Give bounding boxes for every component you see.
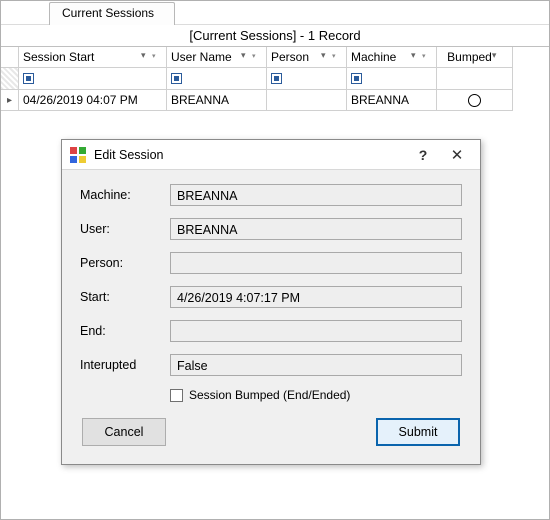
field-start[interactable]: 4/26/2019 4:07:17 PM bbox=[170, 286, 462, 308]
filter-toggle-icon bbox=[271, 73, 282, 84]
cell-session-start: 04/26/2019 04:07 PM bbox=[19, 90, 167, 111]
row-start: Start: 4/26/2019 4:07:17 PM bbox=[80, 286, 462, 308]
grid-corner bbox=[1, 47, 19, 68]
dropdown-icon bbox=[241, 52, 251, 62]
checkbox-label: Session Bumped (End/Ended) bbox=[189, 388, 350, 402]
field-end[interactable] bbox=[170, 320, 462, 342]
label-user: User: bbox=[80, 222, 170, 236]
sessions-grid: Session Start User Name Person Machine B… bbox=[1, 46, 549, 111]
filter-cell-bumped[interactable] bbox=[437, 68, 513, 90]
col-header-bumped[interactable]: Bumped bbox=[437, 47, 513, 68]
filter-cell-person[interactable] bbox=[267, 68, 347, 90]
col-header-person[interactable]: Person bbox=[267, 47, 347, 68]
field-user[interactable]: BREANNA bbox=[170, 218, 462, 240]
col-label: Bumped bbox=[447, 50, 492, 64]
filter-cell-machine[interactable] bbox=[347, 68, 437, 90]
bumped-indicator-icon bbox=[468, 94, 481, 107]
filter-cell-user[interactable] bbox=[167, 68, 267, 90]
dialog-titlebar[interactable]: Edit Session ? ✕ bbox=[62, 140, 480, 170]
label-end: End: bbox=[80, 324, 170, 338]
filter-icon bbox=[252, 52, 262, 62]
col-header-user-name[interactable]: User Name bbox=[167, 47, 267, 68]
sort-filter-icons[interactable] bbox=[241, 52, 262, 62]
row-user: User: BREANNA bbox=[80, 218, 462, 240]
row-interrupted: Interupted False bbox=[80, 354, 462, 376]
col-label: Person bbox=[271, 50, 309, 64]
filter-icon bbox=[152, 52, 162, 62]
app-icon bbox=[70, 147, 86, 163]
label-person: Person: bbox=[80, 256, 170, 270]
cancel-button[interactable]: Cancel bbox=[82, 418, 166, 446]
col-label: Machine bbox=[351, 50, 396, 64]
sort-filter-icons[interactable] bbox=[141, 52, 162, 62]
edit-session-dialog: Edit Session ? ✕ Machine: BREANNA User: … bbox=[61, 139, 481, 465]
record-count-title: [Current Sessions] - 1 Record bbox=[1, 25, 549, 46]
dropdown-icon bbox=[411, 52, 421, 62]
grid-header-row: Session Start User Name Person Machine B… bbox=[1, 47, 549, 68]
label-interrupted: Interupted bbox=[80, 358, 170, 372]
help-button[interactable]: ? bbox=[406, 143, 440, 167]
dropdown-icon bbox=[141, 52, 151, 62]
row-machine: Machine: BREANNA bbox=[80, 184, 462, 206]
field-interrupted[interactable]: False bbox=[170, 354, 462, 376]
filter-toggle-icon bbox=[171, 73, 182, 84]
sort-filter-icons[interactable] bbox=[321, 52, 342, 62]
row-person: Person: bbox=[80, 252, 462, 274]
field-machine[interactable]: BREANNA bbox=[170, 184, 462, 206]
row-selector-icon[interactable] bbox=[1, 90, 19, 111]
close-button[interactable]: ✕ bbox=[440, 143, 474, 167]
cell-person bbox=[267, 90, 347, 111]
col-header-machine[interactable]: Machine bbox=[347, 47, 437, 68]
dialog-title: Edit Session bbox=[94, 148, 406, 162]
filter-toggle-icon bbox=[351, 73, 362, 84]
col-header-session-start[interactable]: Session Start bbox=[19, 47, 167, 68]
submit-button[interactable]: Submit bbox=[376, 418, 460, 446]
filter-icon bbox=[332, 52, 342, 62]
checkbox-session-bumped[interactable] bbox=[170, 389, 183, 402]
cell-bumped bbox=[437, 90, 513, 111]
filter-cell-start[interactable] bbox=[19, 68, 167, 90]
row-session-bumped-checkbox[interactable]: Session Bumped (End/Ended) bbox=[170, 388, 462, 402]
label-start: Start: bbox=[80, 290, 170, 304]
filter-toggle-icon bbox=[23, 73, 34, 84]
app-window: Current Sessions [Current Sessions] - 1 … bbox=[0, 0, 550, 520]
dialog-button-row: Cancel Submit bbox=[80, 418, 462, 450]
tabstrip: Current Sessions bbox=[1, 1, 549, 25]
dropdown-icon bbox=[492, 52, 502, 62]
table-row[interactable]: 04/26/2019 04:07 PM BREANNA BREANNA bbox=[1, 90, 549, 111]
dropdown-icon bbox=[321, 52, 331, 62]
grid-filter-row bbox=[1, 68, 549, 90]
cell-user-name: BREANNA bbox=[167, 90, 267, 111]
row-end: End: bbox=[80, 320, 462, 342]
filter-row-handle bbox=[1, 68, 19, 90]
filter-icon bbox=[422, 52, 432, 62]
label-machine: Machine: bbox=[80, 188, 170, 202]
sort-filter-icons[interactable] bbox=[492, 52, 502, 62]
col-label: User Name bbox=[171, 50, 232, 64]
dialog-body: Machine: BREANNA User: BREANNA Person: S… bbox=[62, 170, 480, 464]
sort-filter-icons[interactable] bbox=[411, 52, 432, 62]
col-label: Session Start bbox=[23, 50, 94, 64]
cell-machine: BREANNA bbox=[347, 90, 437, 111]
tab-current-sessions[interactable]: Current Sessions bbox=[49, 2, 175, 25]
field-person[interactable] bbox=[170, 252, 462, 274]
